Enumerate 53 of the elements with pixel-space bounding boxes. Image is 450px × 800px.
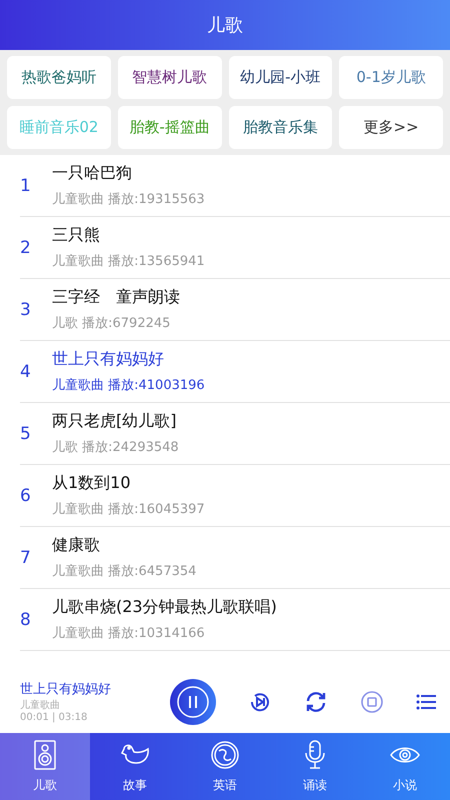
song-number: 1 [20,176,32,196]
song-number: 4 [20,362,32,382]
tab[interactable]: 诵读 [270,733,360,800]
song-title: 三字经 童声朗读 [52,287,180,308]
song-item[interactable]: 4 世上只有妈妈好 儿童歌曲 播放:41003196 [20,341,450,403]
category-button[interactable]: 幼儿园-小班 [228,56,332,99]
song-title: 世上只有妈妈好 [52,349,165,370]
song-meta: 儿童歌曲 播放:13565941 [52,253,205,270]
song-item[interactable]: 2 三只熊 儿童歌曲 播放:13565941 [20,217,450,279]
song-meta: 儿童歌曲 播放:41003196 [52,377,205,394]
song-title: 儿歌串烧(23分钟最热儿歌联唱) [52,597,277,618]
category-button[interactable]: 胎教音乐集 [228,106,332,149]
tab[interactable]: 故事 [90,733,180,800]
song-meta: 儿童歌曲 播放:19315563 [52,191,205,208]
song-item[interactable]: 1 一只哈巴狗 儿童歌曲 播放:19315563 [20,155,450,217]
globe-icon [209,739,241,771]
song-item[interactable]: 7 健康歌 儿童歌曲 播放:6457354 [20,527,450,589]
category-button[interactable]: 0-1岁儿歌 [339,56,443,99]
category-button[interactable]: 智慧树儿歌 [118,56,222,99]
tab[interactable]: 英语 [180,733,270,800]
song-number: 6 [20,486,32,506]
song-meta: 儿歌 播放:24293548 [52,439,179,456]
song-meta: 儿童歌曲 播放:6457354 [52,563,196,580]
category-button[interactable]: 胎教-摇篮曲 [118,106,222,149]
song-title: 一只哈巴狗 [52,163,133,184]
page-title: 儿歌 [207,14,243,37]
song-title: 两只老虎[幼儿歌] [52,411,178,432]
playlist-icon[interactable] [416,692,436,710]
song-item[interactable]: 6 从1数到10 儿童歌曲 播放:16045397 [20,465,450,527]
category-button[interactable]: 更多>> [339,106,443,149]
tab[interactable]: 儿歌 [0,733,90,800]
timer-icon[interactable] [360,690,384,714]
song-number: 3 [20,300,32,320]
song-number: 2 [20,238,32,258]
song-number: 8 [20,610,32,630]
song-number: 5 [20,424,32,444]
now-playing-category: 儿童歌曲 [20,698,61,712]
song-item[interactable]: 5 两只老虎[幼儿歌] 儿歌 播放:24293548 [20,403,450,465]
category-button[interactable]: 热歌爸妈听 [7,56,111,99]
song-meta: 儿童歌曲 播放:10314166 [52,625,206,642]
song-title: 健康歌 [52,535,101,556]
repeat-icon[interactable] [304,690,328,714]
tab[interactable]: 小说 [360,733,450,800]
song-meta: 儿歌 播放:6792245 [52,315,172,332]
song-title: 从1数到10 [52,473,132,494]
now-playing-title: 世上只有妈妈好 [20,681,112,698]
song-item[interactable]: 3 三字经 童声朗读 儿歌 播放:6792245 [20,279,450,341]
song-item[interactable]: 8 儿歌串烧(23分钟最热儿歌联唱) 儿童歌曲 播放:10314166 [20,589,450,651]
song-meta: 儿童歌曲 播放:16045397 [52,501,205,518]
playback-time: 00:01 | 03:18 [20,712,88,723]
song-number: 7 [20,548,32,568]
pause-button[interactable] [170,678,216,724]
song-title: 三只熊 [52,225,101,246]
